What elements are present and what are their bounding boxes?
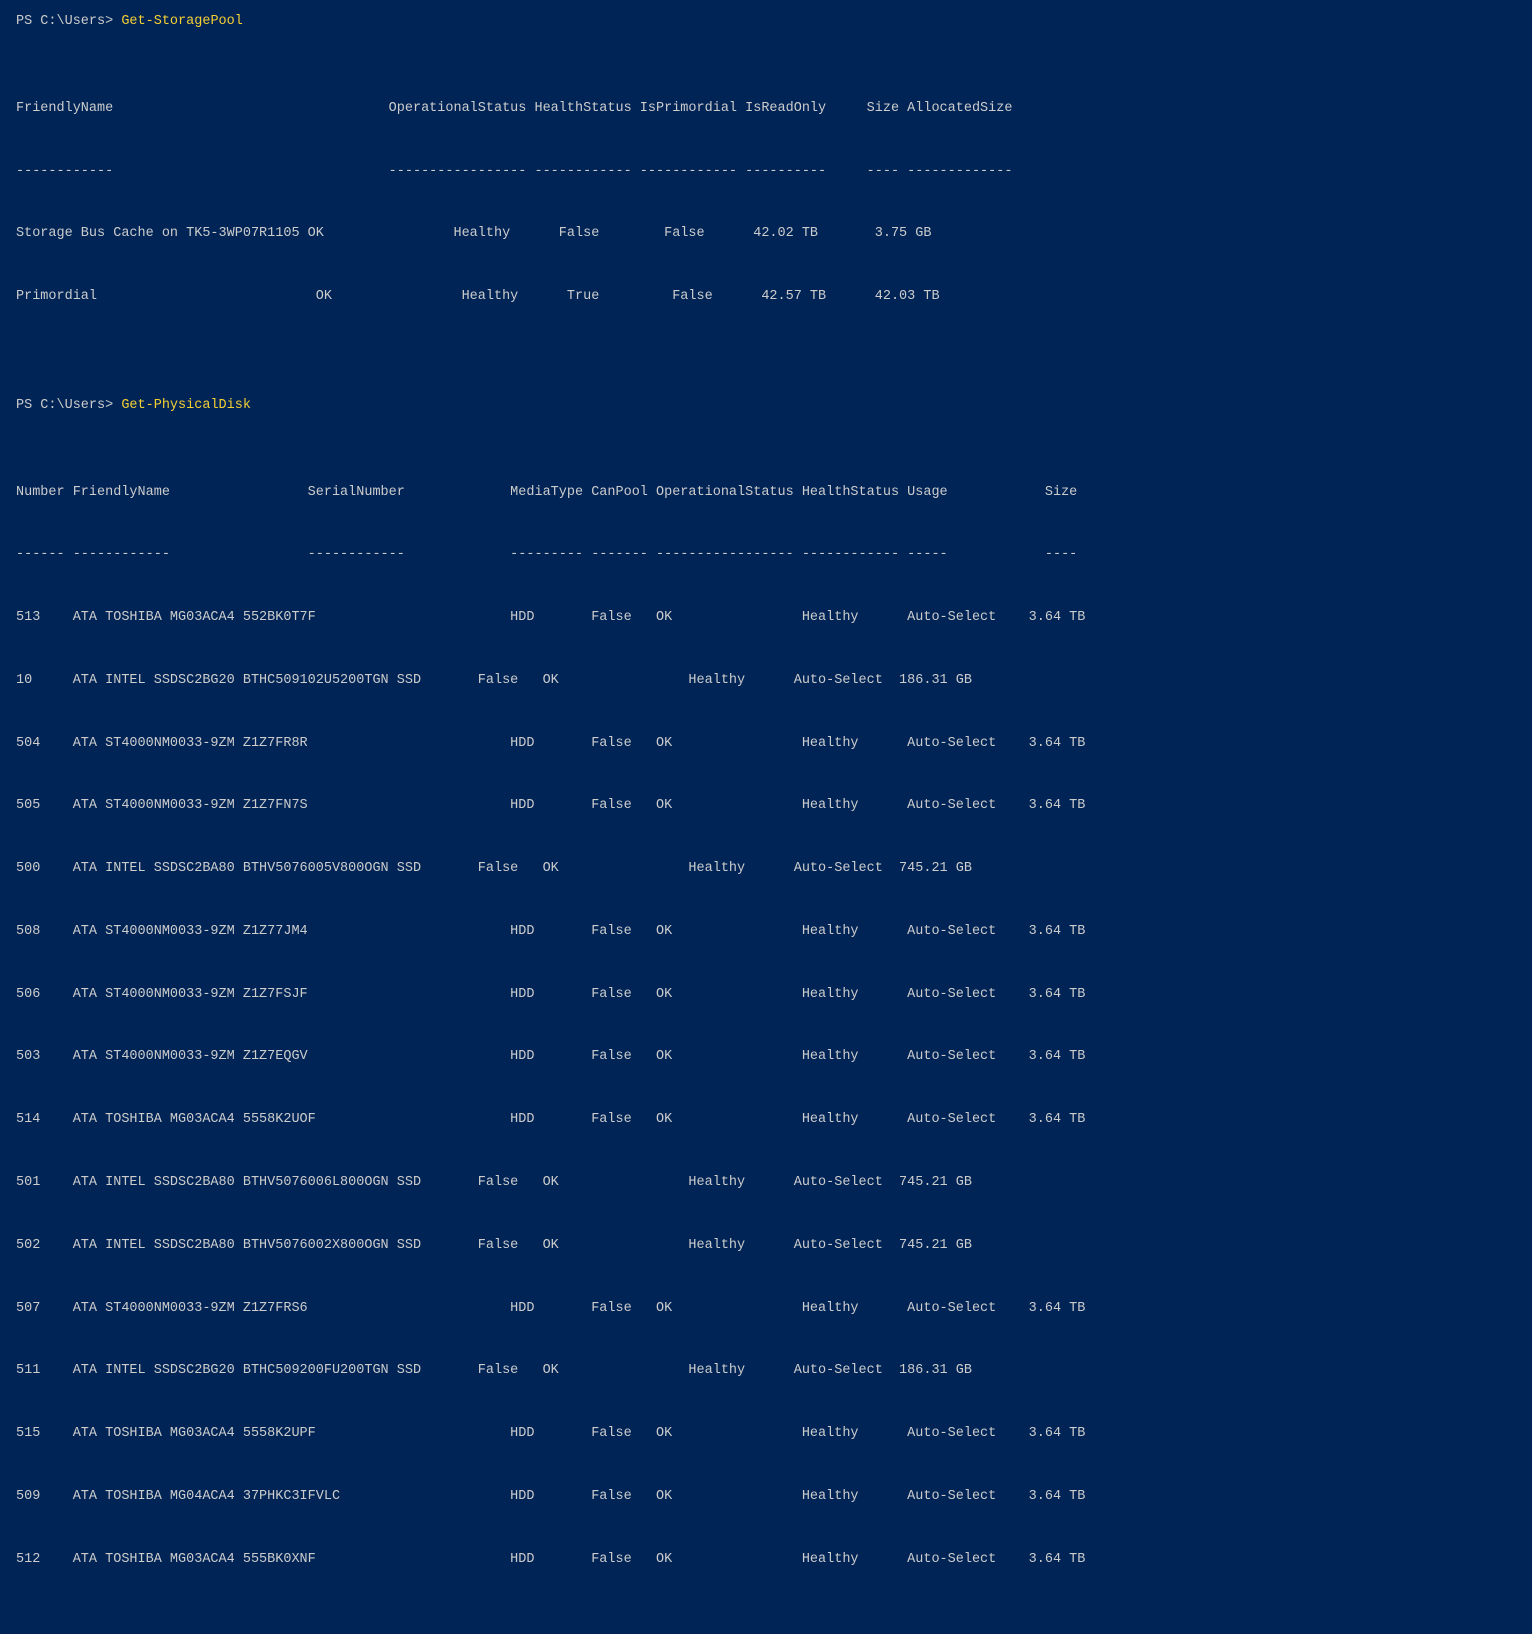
prompt-1: PS C:\Users> [16, 14, 121, 29]
physical-disk-row-7: 503 ATA ST4000NM0033-9ZM Z1Z7EQGV HDD Fa… [16, 1047, 1516, 1068]
storage-pool-command-line: PS C:\Users> Get-StoragePool [16, 12, 1516, 33]
physical-disk-row-12: 511 ATA INTEL SSDSC2BG20 BTHC509200FU200… [16, 1361, 1516, 1382]
physical-disk-row-15: 512 ATA TOSHIBA MG03ACA4 555BK0XNF HDD F… [16, 1550, 1516, 1571]
physical-disk-divider: ------ ------------ ------------ -------… [16, 545, 1516, 566]
storage-pool-row-1: Primordial OK Healthy True False 42.57 T… [16, 287, 1516, 308]
physical-disk-row-3: 505 ATA ST4000NM0033-9ZM Z1Z7FN7S HDD Fa… [16, 796, 1516, 817]
storage-pool-row-0: Storage Bus Cache on TK5-3WP07R1105 OK H… [16, 224, 1516, 245]
storage-pool-table: FriendlyName OperationalStatus HealthSta… [16, 57, 1516, 350]
physical-disk-row-5: 508 ATA ST4000NM0033-9ZM Z1Z77JM4 HDD Fa… [16, 922, 1516, 943]
physical-disk-row-9: 501 ATA INTEL SSDSC2BA80 BTHV5076006L800… [16, 1173, 1516, 1194]
command-2: Get-PhysicalDisk [121, 398, 251, 413]
physical-disk-headers: Number FriendlyName SerialNumber MediaTy… [16, 483, 1516, 504]
physical-disk-table: Number FriendlyName SerialNumber MediaTy… [16, 441, 1516, 1613]
storage-pool-headers: FriendlyName OperationalStatus HealthSta… [16, 99, 1516, 120]
physical-disk-section: PS C:\Users> Get-PhysicalDisk Number Fri… [16, 396, 1516, 1613]
storage-pool-section: PS C:\Users> Get-StoragePool FriendlyNam… [16, 12, 1516, 350]
physical-disk-row-1: 10 ATA INTEL SSDSC2BG20 BTHC509102U5200T… [16, 671, 1516, 692]
prompt-2: PS C:\Users> [16, 398, 121, 413]
storage-pool-divider: ------------ ----------------- ---------… [16, 162, 1516, 183]
physical-disk-row-14: 509 ATA TOSHIBA MG04ACA4 37PHKC3IFVLC HD… [16, 1487, 1516, 1508]
command-1: Get-StoragePool [121, 14, 243, 29]
physical-disk-row-13: 515 ATA TOSHIBA MG03ACA4 5558K2UPF HDD F… [16, 1424, 1516, 1445]
physical-disk-row-0: 513 ATA TOSHIBA MG03ACA4 552BK0T7F HDD F… [16, 608, 1516, 629]
physical-disk-row-8: 514 ATA TOSHIBA MG03ACA4 5558K2UOF HDD F… [16, 1110, 1516, 1131]
physical-disk-row-11: 507 ATA ST4000NM0033-9ZM Z1Z7FRS6 HDD Fa… [16, 1299, 1516, 1320]
physical-disk-row-4: 500 ATA INTEL SSDSC2BA80 BTHV5076005V800… [16, 859, 1516, 880]
physical-disk-row-10: 502 ATA INTEL SSDSC2BA80 BTHV5076002X800… [16, 1236, 1516, 1257]
physical-disk-row-2: 504 ATA ST4000NM0033-9ZM Z1Z7FR8R HDD Fa… [16, 734, 1516, 755]
terminal-window: PS C:\Users> Get-StoragePool FriendlyNam… [16, 12, 1516, 1612]
physical-disk-row-6: 506 ATA ST4000NM0033-9ZM Z1Z7FSJF HDD Fa… [16, 985, 1516, 1006]
physical-disk-command-line: PS C:\Users> Get-PhysicalDisk [16, 396, 1516, 417]
